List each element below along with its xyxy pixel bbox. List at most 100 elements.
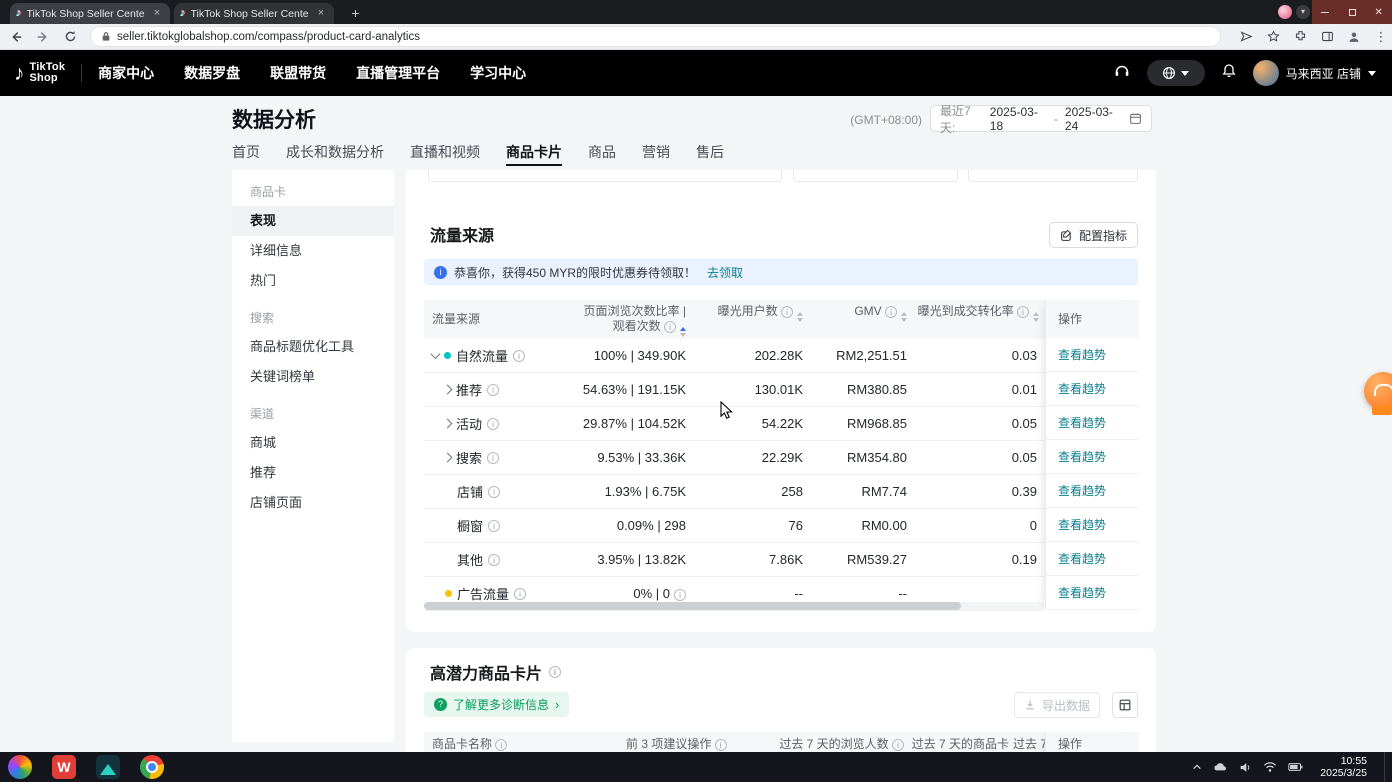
view-trend-link[interactable]: 查看趋势 bbox=[1058, 586, 1106, 600]
window-close-button[interactable]: ✕ bbox=[1365, 0, 1392, 24]
extensions-puzzle-icon[interactable] bbox=[1289, 26, 1311, 48]
col-gmv[interactable]: GMV i bbox=[807, 300, 911, 339]
nav-item-learning-center[interactable]: 学习中心 bbox=[470, 63, 526, 83]
tab-search-icon[interactable]: ▾ bbox=[1296, 5, 1310, 19]
bookmark-star-icon[interactable] bbox=[1262, 26, 1284, 48]
info-icon[interactable]: i bbox=[1017, 306, 1029, 318]
sort-icon[interactable] bbox=[797, 312, 803, 322]
tab-product-card[interactable]: 商品卡片 bbox=[506, 142, 562, 166]
browser-profile-avatar[interactable] bbox=[1278, 5, 1292, 19]
back-button[interactable] bbox=[5, 26, 27, 48]
tray-battery-icon[interactable] bbox=[1288, 762, 1303, 772]
info-icon[interactable]: i bbox=[487, 452, 499, 464]
info-icon[interactable]: i bbox=[715, 739, 727, 751]
nav-item-affiliate[interactable]: 联盟带货 bbox=[270, 63, 326, 83]
sidebar-item-mall[interactable]: 商城 bbox=[232, 428, 394, 458]
sidebar-item-details[interactable]: 详细信息 bbox=[232, 236, 394, 266]
share-icon[interactable] bbox=[1235, 26, 1257, 48]
sort-icon[interactable] bbox=[1033, 312, 1039, 322]
chevron-right-icon[interactable] bbox=[443, 419, 453, 429]
nav-item-data-compass[interactable]: 数据罗盘 bbox=[184, 63, 240, 83]
side-panel-icon[interactable] bbox=[1316, 26, 1338, 48]
tray-onedrive-icon[interactable] bbox=[1213, 761, 1228, 773]
date-range-picker[interactable]: 最近7天: 2025-03-18 - 2025-03-24 bbox=[930, 105, 1152, 132]
nav-item-live-management[interactable]: 直播管理平台 bbox=[356, 63, 440, 83]
forward-button[interactable] bbox=[32, 26, 54, 48]
browser-tab-2[interactable]: ♪ TikTok Shop Seller Center | Cr × bbox=[174, 3, 334, 24]
browser-avatar-icon[interactable] bbox=[1343, 26, 1365, 48]
view-trend-link[interactable]: 查看趋势 bbox=[1058, 484, 1106, 498]
window-minimize-button[interactable] bbox=[1312, 0, 1339, 24]
sidebar-item-hot[interactable]: 热门 bbox=[232, 266, 394, 296]
export-data-button[interactable]: 导出数据 bbox=[1014, 692, 1100, 718]
sidebar-item-performance[interactable]: 表现 bbox=[232, 206, 394, 236]
view-trend-link[interactable]: 查看趋势 bbox=[1058, 382, 1106, 396]
info-icon[interactable]: i bbox=[885, 306, 897, 318]
sidebar-item-keyword-ranking[interactable]: 关键词榜单 bbox=[232, 362, 394, 392]
configure-metrics-button[interactable]: 配置指标 bbox=[1049, 222, 1138, 248]
nav-item-merchant-center[interactable]: 商家中心 bbox=[98, 63, 154, 83]
tray-network-wifi-icon[interactable] bbox=[1263, 761, 1277, 773]
taskbar-wps-icon[interactable]: W bbox=[52, 755, 76, 779]
tab-close-icon[interactable]: × bbox=[314, 7, 328, 21]
account-switcher[interactable]: 马来西亚 店铺 bbox=[1253, 60, 1376, 86]
refresh-button[interactable] bbox=[59, 26, 81, 48]
taskbar-photos-icon[interactable] bbox=[96, 755, 120, 779]
taskbar-clock[interactable]: 10:55 2025/3/25 bbox=[1320, 755, 1367, 780]
view-trend-link[interactable]: 查看趋势 bbox=[1058, 416, 1106, 430]
tab-marketing[interactable]: 营销 bbox=[642, 142, 670, 166]
headset-support-icon[interactable] bbox=[1113, 62, 1131, 85]
view-trend-link[interactable]: 查看趋势 bbox=[1058, 518, 1106, 532]
claim-coupon-link[interactable]: 去领取 bbox=[707, 264, 743, 281]
info-icon[interactable]: i bbox=[664, 321, 676, 333]
info-icon[interactable]: i bbox=[487, 418, 499, 430]
info-icon[interactable]: i bbox=[514, 588, 526, 600]
chevron-right-icon[interactable] bbox=[443, 385, 453, 395]
notifications-bell-icon[interactable] bbox=[1221, 63, 1237, 84]
sidebar-item-shop-page[interactable]: 店铺页面 bbox=[232, 488, 394, 518]
tab-close-icon[interactable]: × bbox=[150, 7, 164, 21]
sort-icon[interactable] bbox=[901, 312, 907, 322]
scrollbar-thumb[interactable] bbox=[424, 602, 961, 610]
support-float-button[interactable] bbox=[1364, 372, 1392, 410]
chevron-down-icon[interactable] bbox=[431, 349, 441, 359]
browser-menu-kebab-icon[interactable]: ⋮ bbox=[1370, 26, 1392, 48]
show-desktop-strip[interactable] bbox=[1384, 752, 1388, 782]
chevron-right-icon[interactable] bbox=[443, 453, 453, 463]
tray-expand-chevron-icon[interactable] bbox=[1192, 762, 1202, 772]
info-icon[interactable]: i bbox=[513, 350, 525, 362]
view-trend-link[interactable]: 查看趋势 bbox=[1058, 348, 1106, 362]
info-icon[interactable]: i bbox=[488, 520, 500, 532]
browser-tab-1[interactable]: ♪ TikTok Shop Seller Center | Cr × bbox=[10, 3, 170, 24]
window-maximize-button[interactable] bbox=[1339, 0, 1366, 24]
taskbar-chrome-icon[interactable] bbox=[140, 755, 164, 779]
info-icon[interactable]: i bbox=[549, 666, 561, 678]
sidebar-item-recommend[interactable]: 推荐 bbox=[232, 458, 394, 488]
address-bar[interactable]: seller.tiktokglobalshop.com/compass/prod… bbox=[91, 27, 1220, 46]
col-exposed-users[interactable]: 曝光用户数 i bbox=[690, 300, 807, 339]
new-tab-button[interactable]: + bbox=[346, 4, 365, 23]
tab-product[interactable]: 商品 bbox=[588, 142, 616, 166]
language-selector[interactable] bbox=[1147, 60, 1205, 86]
tab-live-video[interactable]: 直播和视频 bbox=[410, 142, 480, 166]
info-icon[interactable]: i bbox=[495, 739, 507, 751]
info-icon[interactable]: i bbox=[487, 384, 499, 396]
info-icon[interactable]: i bbox=[892, 739, 904, 751]
col-pv-ratio[interactable]: 页面浏览次数比率 | 观看次数 i bbox=[574, 300, 690, 339]
site-info-lock-icon[interactable] bbox=[101, 31, 111, 42]
info-icon[interactable]: i bbox=[488, 486, 500, 498]
horizontal-scrollbar[interactable] bbox=[424, 602, 1045, 610]
tab-home[interactable]: 首页 bbox=[232, 142, 260, 166]
table-view-button[interactable] bbox=[1112, 692, 1138, 718]
tab-after-sale[interactable]: 售后 bbox=[696, 142, 724, 166]
view-trend-link[interactable]: 查看趋势 bbox=[1058, 552, 1106, 566]
info-icon[interactable]: i bbox=[674, 589, 686, 601]
taskbar-app-icon-1[interactable] bbox=[8, 755, 32, 779]
sidebar-item-title-optimizer[interactable]: 商品标题优化工具 bbox=[232, 332, 394, 362]
col-conversion-rate[interactable]: 曝光到成交转化率 i bbox=[911, 300, 1045, 339]
tiktok-shop-logo[interactable]: ♪ TikTokShop bbox=[14, 62, 65, 84]
tray-speaker-icon[interactable] bbox=[1239, 761, 1252, 774]
info-icon[interactable]: i bbox=[488, 554, 500, 566]
info-icon[interactable]: i bbox=[781, 306, 793, 318]
diagnosis-link[interactable]: ? 了解更多诊断信息 › bbox=[424, 692, 569, 717]
